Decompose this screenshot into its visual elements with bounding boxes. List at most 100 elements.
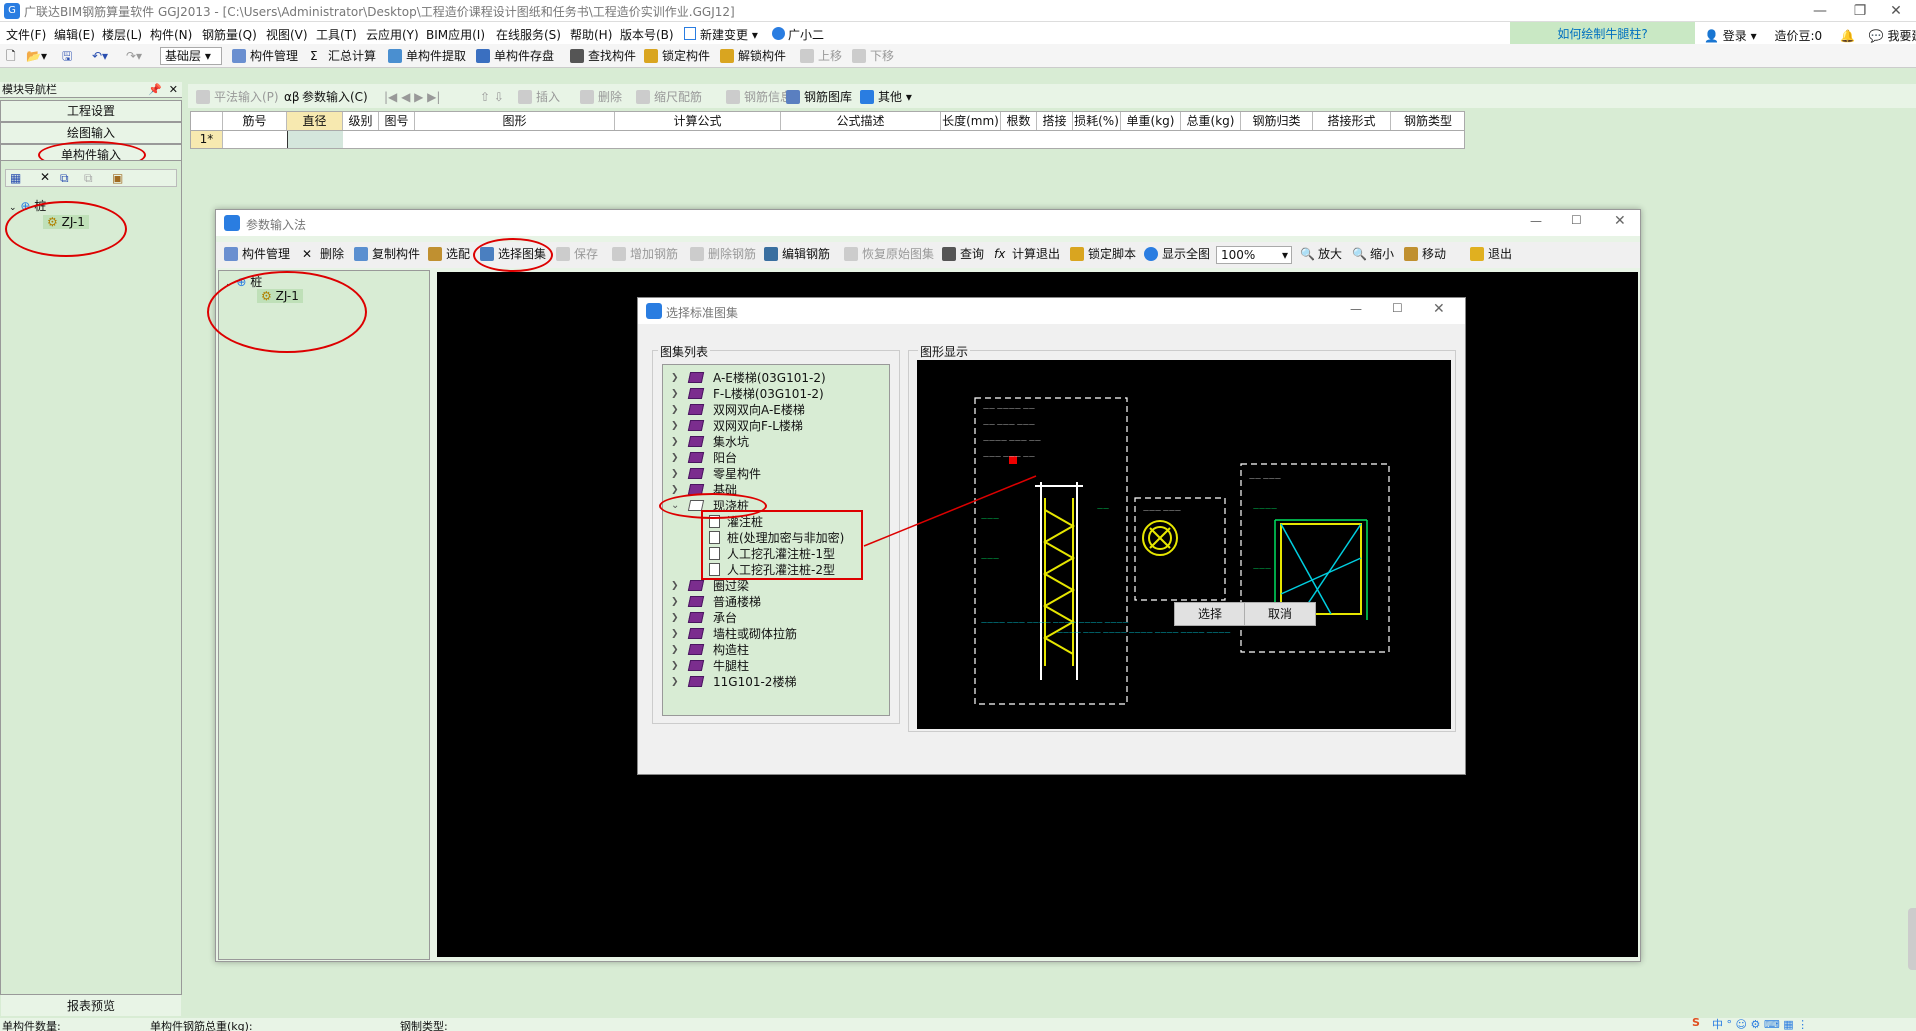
menu-edit[interactable]: 编辑(E): [54, 26, 95, 43]
col-header[interactable]: 长度(mm): [941, 112, 1001, 130]
delete-rebar-button[interactable]: 删除钢筋: [690, 246, 756, 262]
rebar-info-button[interactable]: 钢筋信息: [726, 89, 792, 105]
col-header[interactable]: 公式描述: [781, 112, 941, 130]
delete-icon[interactable]: ✕: [40, 170, 50, 184]
lock-script-button[interactable]: 锁定脚本: [1070, 246, 1136, 262]
suggest-button[interactable]: 💬 我要建议: [1869, 29, 1916, 43]
show-all-button[interactable]: 显示全图: [1144, 246, 1210, 262]
move-down-button[interactable]: 下移: [852, 48, 894, 64]
insert-button[interactable]: 插入: [518, 89, 560, 105]
menu-file[interactable]: 文件(F): [6, 26, 46, 43]
flat-input-button[interactable]: 平法输入(P): [196, 89, 279, 105]
help-link[interactable]: 如何绘制牛腿柱?: [1510, 22, 1695, 46]
delete-row-button[interactable]: 删除: [580, 89, 622, 105]
menu-help[interactable]: 帮助(H): [570, 26, 612, 43]
col-header[interactable]: 筋号: [223, 112, 287, 130]
col-header[interactable]: 根数: [1001, 112, 1037, 130]
close-button[interactable]: ✕: [1433, 301, 1445, 317]
undo-icon[interactable]: ↶▾: [92, 48, 108, 64]
restore-button[interactable]: ❐: [1840, 1, 1880, 21]
atlas-item[interactable]: ❯ F-L楼梯(03G101-2): [671, 386, 824, 402]
lock-component-button[interactable]: 锁定构件: [644, 48, 710, 64]
menu-version[interactable]: 版本号(B): [620, 26, 674, 43]
nav-first-icon[interactable]: |◀ ◀ ▶ ▶|: [384, 89, 440, 105]
menu-component[interactable]: 构件(N): [150, 26, 192, 43]
close-button[interactable]: ✕: [1614, 213, 1626, 229]
nav-close-icon[interactable]: ✕: [169, 82, 178, 98]
menu-floor[interactable]: 楼层(L): [102, 26, 142, 43]
redo-icon[interactable]: ↷▾: [126, 48, 142, 64]
menu-new-change[interactable]: 新建变更 ▾: [684, 26, 758, 43]
find-component-button[interactable]: 查找构件: [570, 48, 636, 64]
col-header[interactable]: 损耗(%): [1073, 112, 1121, 130]
single-extract-button[interactable]: 单构件提取: [388, 48, 466, 64]
up-arrow-icon[interactable]: ⇧ ⇩: [480, 89, 504, 105]
menu-guangxiaoer[interactable]: 广小二: [772, 26, 824, 43]
atlas-item[interactable]: ❯ 墙柱或砌体拉筋: [671, 626, 797, 642]
cancel-button[interactable]: 取消: [1244, 602, 1316, 626]
select-button[interactable]: 选择: [1174, 602, 1246, 626]
col-header[interactable]: 总重(kg): [1181, 112, 1241, 130]
table-row[interactable]: 1*: [190, 131, 1465, 149]
col-header[interactable]: 图号: [379, 112, 415, 130]
atlas-item[interactable]: ❯ 圈过梁: [671, 578, 749, 594]
new-icon[interactable]: ▦: [10, 171, 21, 185]
menu-view[interactable]: 视图(V): [266, 26, 308, 43]
edit-rebar-button[interactable]: 编辑钢筋: [764, 246, 830, 262]
atlas-item[interactable]: ❯ A-E楼梯(03G101-2): [671, 370, 826, 386]
sum-calc-button[interactable]: Σ 汇总计算: [310, 48, 376, 64]
exit-button[interactable]: 退出: [1470, 246, 1512, 262]
param-input-button[interactable]: αβ 参数输入(C): [284, 89, 368, 105]
move-button[interactable]: 移动: [1404, 246, 1446, 262]
minimize-button[interactable]: —: [1800, 1, 1840, 21]
atlas-item[interactable]: ❯ 零星构件: [671, 466, 761, 482]
zoom-select[interactable]: 100% ▾: [1216, 246, 1292, 264]
rebar-library-button[interactable]: 钢筋图库: [786, 89, 852, 105]
copy-icon[interactable]: ⧉: [60, 171, 69, 186]
unlock-component-button[interactable]: 解锁构件: [720, 48, 786, 64]
select-config-button[interactable]: 选配: [428, 246, 470, 262]
atlas-item[interactable]: ❯ 11G101-2楼梯: [671, 674, 796, 690]
col-header[interactable]: 计算公式: [615, 112, 781, 130]
active-cell[interactable]: [287, 131, 343, 148]
col-header[interactable]: 搭接: [1037, 112, 1073, 130]
col-header[interactable]: 单重(kg): [1121, 112, 1181, 130]
bell-icon[interactable]: 🔔: [1840, 29, 1855, 43]
atlas-item[interactable]: ❯ 牛腿柱: [671, 658, 749, 674]
col-header[interactable]: 搭接形式: [1313, 112, 1391, 130]
col-header[interactable]: 钢筋类型: [1391, 112, 1465, 130]
minimize-button[interactable]: —: [1530, 214, 1542, 228]
menu-rebar[interactable]: 钢筋量(Q): [202, 26, 257, 43]
add-rebar-button[interactable]: 增加钢筋: [612, 246, 678, 262]
delete-button[interactable]: ✕ 删除: [302, 246, 344, 262]
zoom-in-button[interactable]: 🔍 放大: [1300, 246, 1342, 262]
copy-component-button[interactable]: 复制构件: [354, 246, 420, 262]
menu-bim[interactable]: BIM应用(I): [426, 26, 485, 43]
nav-report-preview[interactable]: 报表预览: [1, 994, 181, 1016]
single-save-button[interactable]: 单构件存盘: [476, 48, 554, 64]
expand-icon[interactable]: ⌄: [9, 203, 17, 213]
new-file-icon[interactable]: 🗋: [6, 48, 16, 64]
menu-cloud[interactable]: 云应用(Y): [366, 26, 419, 43]
pin-icon[interactable]: 📌: [148, 82, 162, 98]
col-header[interactable]: 级别: [343, 112, 379, 130]
floor-select[interactable]: 基础层 ▾: [160, 47, 222, 65]
restore-atlas-button[interactable]: 恢复原始图集: [844, 246, 934, 262]
open-file-icon[interactable]: 📂▾: [26, 48, 47, 64]
calc-exit-button[interactable]: fx 计算退出: [994, 246, 1060, 262]
menu-tools[interactable]: 工具(T): [316, 26, 357, 43]
component-mgmt-button[interactable]: 构件管理: [232, 48, 298, 64]
atlas-item[interactable]: ❯ 集水坑: [671, 434, 749, 450]
atlas-item[interactable]: ❯ 双网双向A-E楼梯: [671, 402, 805, 418]
atlas-item[interactable]: ❯ 承台: [671, 610, 737, 626]
close-button[interactable]: ✕: [1876, 1, 1916, 21]
maximize-button[interactable]: ☐: [1571, 213, 1582, 227]
other-menu-button[interactable]: 其他 ▾: [860, 89, 912, 105]
col-header[interactable]: 直径(mm): [287, 112, 343, 146]
save-button[interactable]: 保存: [556, 246, 598, 262]
save-icon[interactable]: 🖫: [62, 48, 72, 64]
atlas-item[interactable]: ❯ 阳台: [671, 450, 737, 466]
ime-tray-icons[interactable]: 中 ° ☺ ⚙ ⌨ ▦ ⋮: [1712, 1016, 1808, 1031]
col-header[interactable]: 图形: [415, 112, 615, 130]
menu-online[interactable]: 在线服务(S): [496, 26, 561, 43]
